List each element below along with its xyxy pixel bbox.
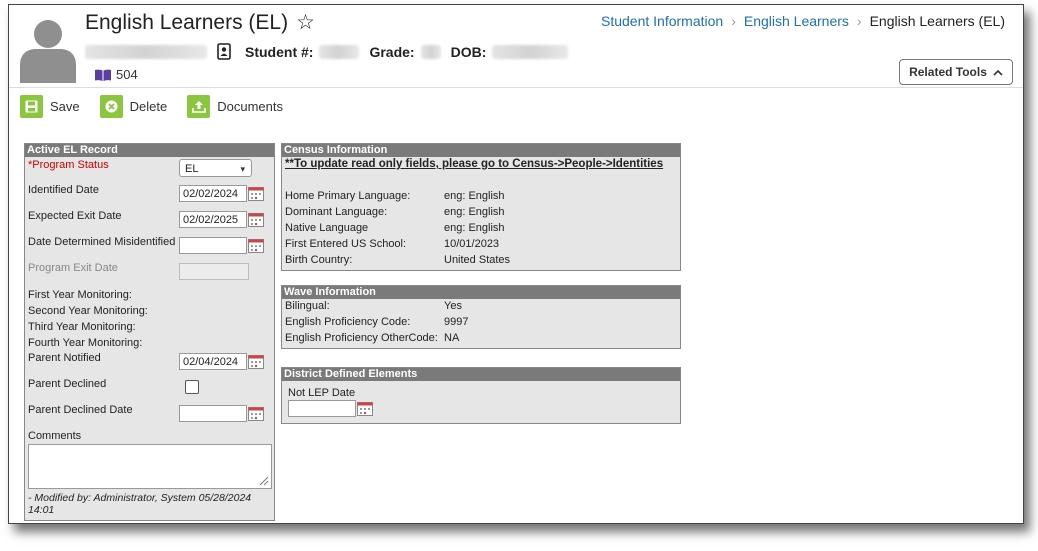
grade-label: Grade: <box>369 43 415 60</box>
active-el-record-panel: Active EL Record *Program Status EL ▾ Id… <box>24 143 275 521</box>
student-info-line: Student #: Grade: DOB: <box>85 43 569 60</box>
save-button[interactable]: Save <box>20 95 80 118</box>
wave-row-label: English Proficiency OtherCode: <box>285 332 438 344</box>
delete-label: Delete <box>129 99 168 114</box>
chevron-right-icon: › <box>856 13 862 29</box>
not-lep-date-label: Not LEP Date <box>288 387 356 399</box>
panel-heading: Census Information <box>282 144 680 157</box>
census-information-panel: Census Information **To update read only… <box>281 143 681 271</box>
census-row-label: Birth Country: <box>285 254 353 266</box>
badge-504-label: 504 <box>116 67 138 82</box>
contact-card-icon[interactable] <box>217 43 231 60</box>
panel-heading: Wave Information <box>282 286 680 299</box>
parent-declined-checkbox[interactable] <box>185 380 199 394</box>
census-row-value: eng: English <box>444 190 505 202</box>
census-row-value: 10/01/2023 <box>444 238 500 250</box>
expected-exit-label: Expected Exit Date <box>28 210 122 222</box>
identified-date-label: Identified Date <box>28 184 99 196</box>
census-row-label: Dominant Language: <box>285 206 388 218</box>
wave-row-label: Bilingual: <box>285 300 330 312</box>
calendar-icon[interactable] <box>357 402 373 416</box>
chevron-right-icon: › <box>731 13 736 29</box>
star-icon[interactable]: ☆ <box>296 10 315 35</box>
census-row-value: eng: English <box>444 222 505 234</box>
upload-icon <box>187 95 211 118</box>
program-status-value: EL <box>185 163 199 175</box>
breadcrumb-student-information[interactable]: Student Information <box>601 13 723 29</box>
third-year-monitoring: Third Year Monitoring: <box>28 321 136 333</box>
page-title-text: English Learners (EL) <box>85 10 289 34</box>
comments-label: Comments <box>28 430 82 442</box>
save-icon <box>20 95 43 118</box>
wave-row-value: NA <box>444 332 460 344</box>
parent-notified-input[interactable]: 02/04/2024 <box>179 353 247 370</box>
related-tools-label: Related Tools <box>909 65 987 79</box>
breadcrumb: Student Information › English Learners ›… <box>601 13 1005 29</box>
chevron-down-icon: ▾ <box>240 164 245 174</box>
wave-row-label: English Proficiency Code: <box>285 316 411 328</box>
calendar-icon[interactable] <box>248 213 264 227</box>
fourth-year-monitoring: Fourth Year Monitoring: <box>28 337 143 349</box>
misidentified-input[interactable] <box>179 237 247 254</box>
student-name-redacted <box>85 44 207 59</box>
delete-button[interactable]: Delete <box>99 95 168 118</box>
action-toolbar: Save Delete Documents <box>20 95 283 118</box>
calendar-icon[interactable] <box>248 239 264 253</box>
header-divider <box>9 87 1023 88</box>
documents-button[interactable]: Documents <box>187 95 283 118</box>
avatar <box>20 20 76 83</box>
page-title: English Learners (EL) ☆ <box>85 10 315 35</box>
wave-information-panel: Wave Information Bilingual: Yes English P… <box>281 285 681 349</box>
program-exit-input <box>179 263 249 280</box>
program-status-select[interactable]: EL ▾ <box>179 159 252 177</box>
grade-redacted <box>420 44 441 59</box>
program-status-label: *Program Status <box>28 159 109 171</box>
chevron-up-icon <box>993 69 1003 76</box>
documents-label: Documents <box>217 99 283 114</box>
program-exit-label: Program Exit Date <box>28 262 118 274</box>
misidentified-label: Date Determined Misidentified <box>28 236 176 248</box>
panel-heading: Active EL Record <box>25 144 274 157</box>
panel-heading: District Defined Elements <box>282 368 680 381</box>
book-icon <box>95 69 111 81</box>
district-defined-elements-panel: District Defined Elements Not LEP Date <box>281 367 681 424</box>
wave-row-value: 9997 <box>444 316 469 328</box>
second-year-monitoring: Second Year Monitoring: <box>28 305 148 317</box>
parent-notified-label: Parent Notified <box>28 352 101 364</box>
not-lep-date-input[interactable] <box>288 400 356 417</box>
related-tools-button[interactable]: Related Tools <box>899 59 1013 85</box>
census-row-value: United States <box>444 254 511 266</box>
save-label: Save <box>50 99 80 114</box>
expected-exit-input[interactable]: 02/02/2025 <box>179 211 247 228</box>
breadcrumb-english-learners[interactable]: English Learners <box>744 13 849 29</box>
parent-declined-label: Parent Declined <box>28 378 107 390</box>
modified-by-text: - Modified by: Administrator, System 05/… <box>28 492 252 516</box>
student-number-label: Student #: <box>245 43 314 60</box>
delete-icon <box>99 95 123 118</box>
census-row-label: Native Language <box>285 222 369 234</box>
census-notice: **To update read only fields, please go … <box>285 158 664 170</box>
dob-label: DOB: <box>450 43 487 60</box>
app-window: English Learners (EL) ☆ Student Informat… <box>8 4 1024 524</box>
badge-504[interactable]: 504 <box>95 67 138 82</box>
first-year-monitoring: First Year Monitoring: <box>28 289 132 301</box>
identified-date-input[interactable]: 02/02/2024 <box>179 185 247 202</box>
census-row-value: eng: English <box>444 206 505 218</box>
resize-handle-icon[interactable] <box>259 476 269 486</box>
dob-redacted <box>492 44 569 59</box>
calendar-icon[interactable] <box>248 355 264 369</box>
census-row-label: Home Primary Language: <box>285 190 411 202</box>
student-number-redacted <box>319 44 360 59</box>
census-row-label: First Entered US School: <box>285 238 407 250</box>
parent-declined-date-input[interactable] <box>179 405 247 422</box>
comments-textarea[interactable] <box>28 444 272 489</box>
wave-row-value: Yes <box>444 300 462 312</box>
calendar-icon[interactable] <box>248 407 264 421</box>
breadcrumb-current: English Learners (EL) <box>869 13 1005 29</box>
parent-declined-date-label: Parent Declined Date <box>28 404 133 416</box>
calendar-icon[interactable] <box>248 187 264 201</box>
